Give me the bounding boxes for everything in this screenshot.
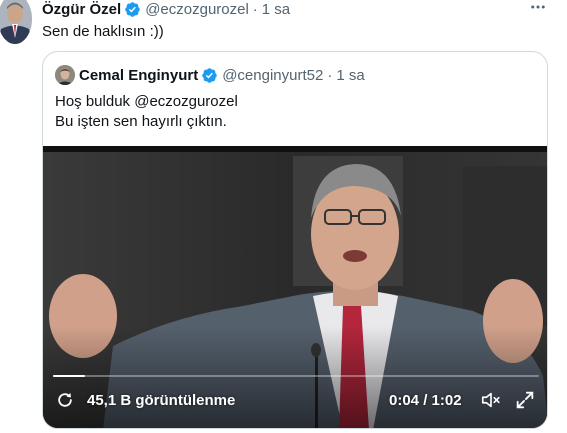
view-count-text: 45,1 B görüntülenme (87, 391, 236, 409)
more-options-button[interactable] (527, 0, 549, 16)
quote-header: Cemal Enginyurt @cenginyurt52 · 1 sa (55, 65, 365, 85)
fullscreen-button[interactable] (513, 388, 537, 412)
tweet[interactable]: Özgür Özel @eczozgurozel · 1 sa Sen de h… (0, 0, 567, 433)
muted-speaker-icon (481, 392, 500, 408)
tweet-time[interactable]: 1 sa (262, 1, 290, 18)
quote-author-handle[interactable]: @cenginyurt52 (222, 67, 323, 84)
tweet-header: Özgür Özel @eczozgurozel · 1 sa (42, 0, 290, 18)
video-progress-bar[interactable] (53, 375, 539, 377)
quote-author-name[interactable]: Cemal Enginyurt (79, 67, 198, 84)
replay-icon[interactable] (55, 390, 75, 410)
dot-separator: · (327, 66, 333, 84)
quote-text-line-1: Hoş bulduk @eczozgurozel (55, 93, 238, 110)
quoted-tweet[interactable]: Cemal Enginyurt @cenginyurt52 · 1 sa Hoş… (42, 51, 548, 429)
tweet-text: Sen de haklısın :)) (42, 23, 164, 40)
verified-badge-icon (201, 67, 218, 84)
more-horizontal-icon (531, 5, 545, 9)
mute-button[interactable] (479, 388, 503, 412)
dot-separator: · (252, 0, 258, 18)
verified-badge-icon (124, 1, 141, 18)
author-handle[interactable]: @eczozgurozel (145, 1, 249, 18)
author-name[interactable]: Özgür Özel (42, 1, 121, 18)
video-timecode: 0:04 / 1:02 (389, 391, 462, 409)
quote-text: Hoş bulduk @eczozgurozel Bu işten sen ha… (55, 92, 238, 132)
video-player[interactable]: 45,1 B görüntülenme 0:04 / 1:02 (43, 146, 547, 428)
quote-text-line-2: Bu işten sen hayırlı çıktın. (55, 113, 227, 130)
video-controls: 45,1 B görüntülenme 0:04 / 1:02 (43, 386, 547, 414)
quote-time[interactable]: 1 sa (336, 67, 364, 84)
author-avatar[interactable] (0, 0, 32, 44)
fullscreen-icon (516, 391, 534, 409)
quote-author-avatar[interactable] (55, 65, 75, 85)
view-count: 45,1 B görüntülenme (55, 388, 235, 412)
video-progress-fill (53, 375, 85, 377)
